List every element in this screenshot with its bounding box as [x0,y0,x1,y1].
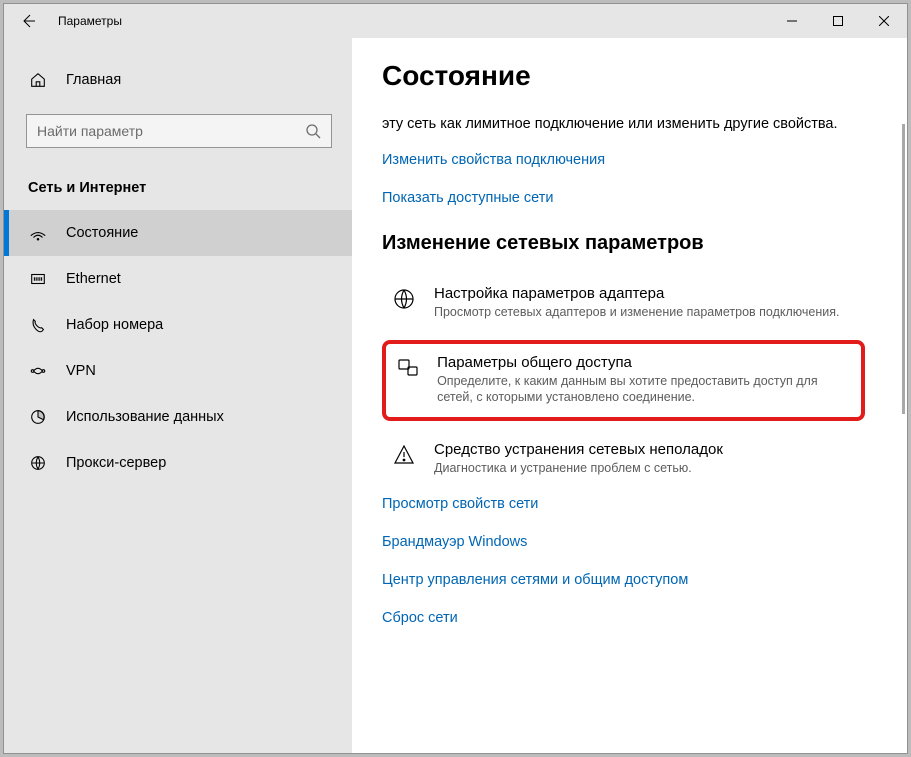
home-link[interactable]: Главная [4,58,352,102]
status-icon [28,224,48,242]
item-content: Средство устранения сетевых неполадок Ди… [434,441,723,476]
sidebar-item-dialup[interactable]: Набор номера [4,302,352,348]
item-troubleshoot[interactable]: Средство устранения сетевых неполадок Ди… [382,433,865,486]
sidebar-item-label: Состояние [66,225,138,241]
scroll-thumb[interactable] [902,124,905,414]
section-heading: Изменение сетевых параметров [382,232,865,255]
sidebar-item-label: VPN [66,363,96,379]
item-title: Средство устранения сетевых неполадок [434,441,723,458]
home-label: Главная [66,72,121,88]
sidebar-item-label: Прокси-сервер [66,455,166,471]
intro-text: эту сеть как лимитное подключение или из… [382,114,865,134]
link-network-reset[interactable]: Сброс сети [382,610,865,626]
item-desc: Диагностика и устранение проблем с сетью… [434,460,723,476]
globe-icon [390,285,418,311]
category-heading: Сеть и Интернет [4,172,352,210]
sidebar-item-label: Ethernet [66,271,121,287]
link-change-properties[interactable]: Изменить свойства подключения [382,152,865,168]
item-title: Параметры общего доступа [437,354,853,371]
link-network-center[interactable]: Центр управления сетями и общим доступом [382,572,865,588]
sidebar-item-proxy[interactable]: Прокси-сервер [4,440,352,486]
sidebar-item-ethernet[interactable]: Ethernet [4,256,352,302]
link-network-properties[interactable]: Просмотр свойств сети [382,496,865,512]
sidebar-item-label: Использование данных [66,409,224,425]
item-content: Настройка параметров адаптера Просмотр с… [434,285,839,320]
close-button[interactable] [861,4,907,38]
link-firewall[interactable]: Брандмауэр Windows [382,534,865,550]
sidebar-item-status[interactable]: Состояние [4,210,352,256]
titlebar: Параметры [4,4,907,38]
window-controls [769,4,907,38]
item-content: Параметры общего доступа Определите, к к… [437,354,853,405]
settings-window: Параметры Главная [3,3,908,754]
page-title: Состояние [382,60,865,92]
search-input[interactable] [37,123,305,139]
sidebar: Главная Сеть и Интернет [4,38,352,753]
item-adapter-settings[interactable]: Настройка параметров адаптера Просмотр с… [382,277,865,330]
data-usage-icon [28,408,48,426]
scrollbar[interactable] [903,38,907,753]
minimize-button[interactable] [769,4,815,38]
window-title: Параметры [52,14,122,28]
sidebar-item-datausage[interactable]: Использование данных [4,394,352,440]
sharing-icon [394,354,421,380]
warning-icon [390,441,418,467]
ethernet-icon [28,270,48,288]
back-button[interactable] [4,4,52,38]
item-desc: Просмотр сетевых адаптеров и изменение п… [434,304,839,320]
item-sharing-settings[interactable]: Параметры общего доступа Определите, к к… [382,340,865,421]
dialup-icon [28,316,48,334]
sidebar-item-vpn[interactable]: VPN [4,348,352,394]
maximize-button[interactable] [815,4,861,38]
content-scroll: эту сеть как лимитное подключение или из… [382,114,865,753]
link-show-networks[interactable]: Показать доступные сети [382,190,865,206]
home-icon [28,71,48,89]
search-box[interactable] [26,114,332,148]
main-content: Состояние эту сеть как лимитное подключе… [352,38,907,753]
item-desc: Определите, к каким данным вы хотите пре… [437,373,853,405]
sidebar-item-label: Набор номера [66,317,163,333]
search-icon [305,123,321,139]
vpn-icon [28,362,48,380]
proxy-icon [28,454,48,472]
item-title: Настройка параметров адаптера [434,285,839,302]
window-body: Главная Сеть и Интернет [4,38,907,753]
